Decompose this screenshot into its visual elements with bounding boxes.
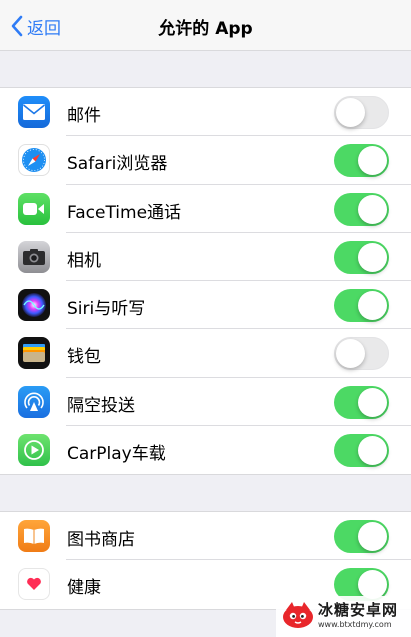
health-icon — [18, 568, 50, 601]
media-apps-group: 图书商店 健康 — [0, 511, 411, 610]
list-item-camera: 相机 — [0, 233, 411, 282]
list-item-label: 钱包 — [67, 347, 101, 368]
logo-icon — [283, 602, 313, 628]
toggle-knob — [358, 570, 387, 600]
list-item-facetime: FaceTime通话 — [0, 185, 411, 233]
camera-toggle[interactable] — [334, 240, 389, 274]
toggle-knob — [358, 194, 387, 224]
toggle-knob — [358, 242, 387, 272]
watermark: 冰糖安卓网 www.btxtdmy.com — [276, 596, 411, 637]
toggle-knob — [336, 339, 365, 369]
siri-icon — [18, 289, 50, 322]
list-item-label: FaceTime通话 — [67, 202, 182, 223]
watermark-title: 冰糖安卓网 — [318, 601, 399, 619]
list-item-siri: Siri与听写 — [0, 281, 411, 330]
toggle-knob — [358, 436, 387, 466]
mail-icon — [18, 96, 50, 128]
safari-toggle[interactable] — [334, 144, 389, 178]
airdrop-toggle[interactable] — [334, 385, 389, 419]
camera-icon — [18, 240, 50, 273]
list-item-label: CarPlay车载 — [67, 444, 166, 465]
airdrop-icon — [18, 385, 50, 418]
facetime-icon — [18, 192, 50, 225]
toggle-knob — [336, 98, 365, 127]
list-item-label: 相机 — [67, 250, 101, 271]
siri-toggle[interactable] — [334, 289, 389, 323]
list-item-safari: Safari浏览器 — [0, 136, 411, 185]
page-title: 允许的 App — [158, 19, 253, 39]
carplay-icon — [18, 434, 50, 467]
carplay-toggle[interactable] — [334, 434, 389, 468]
list-item-airdrop: 隔空投送 — [0, 378, 411, 427]
toggle-knob — [358, 387, 387, 417]
list-item-label: 邮件 — [67, 106, 101, 126]
list-item-books: 图书商店 — [0, 512, 411, 561]
list-item-label: 图书商店 — [67, 530, 135, 550]
safari-icon — [18, 144, 50, 177]
books-icon — [18, 520, 50, 552]
wallet-toggle[interactable] — [334, 337, 389, 371]
navigation-bar: 返回 允许的 App — [0, 0, 411, 51]
list-item-mail: 邮件 — [0, 88, 411, 137]
facetime-toggle[interactable] — [334, 192, 389, 226]
toggle-knob — [358, 522, 387, 551]
wallet-icon — [18, 337, 50, 370]
watermark-url: www.btxtdmy.com — [318, 620, 392, 629]
list-item-label: Safari浏览器 — [67, 154, 168, 175]
toggle-knob — [358, 146, 387, 176]
mail-toggle[interactable] — [334, 96, 389, 129]
list-item-label: 健康 — [67, 578, 101, 599]
list-item-label: Siri与听写 — [67, 299, 146, 320]
toggle-knob — [358, 291, 387, 321]
list-item-carplay: CarPlay车载 — [0, 426, 411, 474]
list-item-wallet: 钱包 — [0, 329, 411, 378]
books-toggle[interactable] — [334, 520, 389, 553]
list-item-label: 隔空投送 — [67, 395, 135, 416]
allowed-apps-group: 邮件 Safari浏览器 FaceTime通话 相机 Siri与听写 钱包 隔空… — [0, 87, 411, 476]
